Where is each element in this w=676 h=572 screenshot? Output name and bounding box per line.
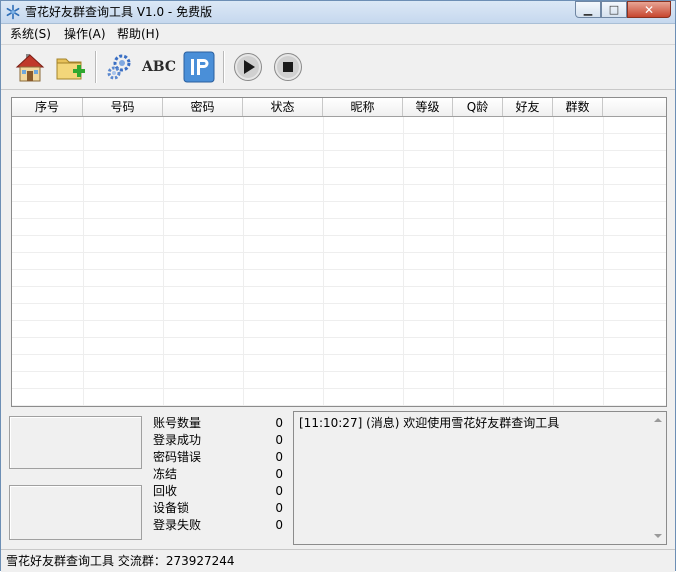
folder-add-icon xyxy=(56,58,85,80)
image-panel-bottom xyxy=(9,485,142,540)
add-folder-button[interactable] xyxy=(52,49,88,85)
log-line: [11:10:27] (消息) 欢迎使用雪花好友群查询工具 xyxy=(299,416,560,430)
stat-label: 设备锁 xyxy=(153,501,190,515)
menu-operation[interactable]: 操作(A) xyxy=(64,27,106,41)
minimize-button[interactable]: ▁ xyxy=(575,1,601,18)
grid-line xyxy=(553,117,554,406)
table-body[interactable] xyxy=(12,117,666,406)
stat-row-device-lock: 设备锁 0 xyxy=(153,500,283,517)
scroll-up-icon[interactable] xyxy=(654,418,662,422)
grid-line xyxy=(603,117,604,406)
abc-button[interactable]: ABC xyxy=(141,49,177,85)
column-header-level[interactable]: 等级 xyxy=(403,98,453,116)
stat-value: 0 xyxy=(275,433,283,447)
stat-label: 登录失败 xyxy=(153,518,202,532)
window-controls: ▁ □ ✕ xyxy=(575,1,671,19)
column-header-index[interactable]: 序号 xyxy=(12,98,83,116)
maximize-button[interactable]: □ xyxy=(601,1,627,18)
toolbar-separator xyxy=(95,51,97,83)
abc-text-icon: ABC xyxy=(141,59,177,75)
stat-row-accounts: 账号数量 0 xyxy=(153,415,283,432)
column-header-password[interactable]: 密码 xyxy=(163,98,243,116)
status-bar: 雪花好友群查询工具 交流群：273927244 xyxy=(1,549,675,572)
snowflake-app-icon xyxy=(6,4,20,20)
stat-row-login-failed: 登录失败 0 xyxy=(153,517,283,534)
stat-value: 0 xyxy=(275,501,283,515)
column-header-number[interactable]: 号码 xyxy=(83,98,163,116)
toolbar-separator xyxy=(223,51,225,83)
grid-line xyxy=(243,117,244,406)
ip-button[interactable] xyxy=(181,49,217,85)
maximize-icon: □ xyxy=(608,3,620,16)
settings-button[interactable] xyxy=(101,49,137,85)
column-header-qage[interactable]: Q龄 xyxy=(453,98,503,116)
grid-line xyxy=(403,117,404,406)
status-text: 雪花好友群查询工具 交流群：273927244 xyxy=(6,554,235,568)
stat-label: 登录成功 xyxy=(153,433,202,447)
menu-system[interactable]: 系统(S) xyxy=(10,27,51,41)
window-title: 雪花好友群查询工具 V1.0 - 免费版 xyxy=(25,5,213,19)
log-scrollbar[interactable] xyxy=(651,412,666,544)
start-button[interactable] xyxy=(230,49,266,85)
menu-bar: 系统(S) 操作(A) 帮助(H) xyxy=(1,24,675,45)
minimize-icon: ▁ xyxy=(583,3,593,16)
home-icon xyxy=(15,54,45,82)
home-button[interactable] xyxy=(12,49,48,85)
image-panel-top xyxy=(9,416,142,469)
stat-label: 回收 xyxy=(153,484,178,498)
menu-help[interactable]: 帮助(H) xyxy=(117,27,159,41)
column-header-nickname[interactable]: 昵称 xyxy=(323,98,403,116)
stat-label: 冻结 xyxy=(153,467,178,481)
column-header-friends[interactable]: 好友 xyxy=(503,98,553,116)
stat-value: 0 xyxy=(275,450,283,464)
settings-gears-icon xyxy=(107,54,131,80)
column-header-status[interactable]: 状态 xyxy=(243,98,323,116)
grid-line xyxy=(323,117,324,406)
stat-value: 0 xyxy=(275,467,283,481)
account-table[interactable]: 序号 号码 密码 状态 昵称 等级 Q龄 好友 群数 xyxy=(11,97,667,407)
stop-icon xyxy=(274,53,302,81)
ip-icon xyxy=(183,51,215,83)
stats-panel: 账号数量 0 登录成功 0 密码错误 0 冻结 0 回收 0 设备锁 0 登录失… xyxy=(153,415,283,534)
stat-row-password-error: 密码错误 0 xyxy=(153,449,283,466)
title-bar[interactable]: 雪花好友群查询工具 V1.0 - 免费版 ▁ □ ✕ xyxy=(1,1,675,24)
scroll-down-icon[interactable] xyxy=(654,534,662,538)
close-button[interactable]: ✕ xyxy=(627,1,671,18)
stat-value: 0 xyxy=(275,416,283,430)
table-header: 序号 号码 密码 状态 昵称 等级 Q龄 好友 群数 xyxy=(12,98,666,117)
stat-row-frozen: 冻结 0 xyxy=(153,466,283,483)
play-icon xyxy=(234,53,262,81)
app-window: 雪花好友群查询工具 V1.0 - 免费版 ▁ □ ✕ 系统(S) 操作(A) 帮… xyxy=(0,0,676,572)
stop-button[interactable] xyxy=(270,49,306,85)
column-header-groups[interactable]: 群数 xyxy=(553,98,603,116)
stat-value: 0 xyxy=(275,518,283,532)
grid-line xyxy=(83,117,84,406)
stat-value: 0 xyxy=(275,484,283,498)
message-log[interactable]: [11:10:27] (消息) 欢迎使用雪花好友群查询工具 xyxy=(293,411,667,545)
toolbar: ABC xyxy=(1,45,675,90)
grid-line xyxy=(163,117,164,406)
close-icon: ✕ xyxy=(643,2,655,17)
grid-line xyxy=(503,117,504,406)
stat-row-reclaimed: 回收 0 xyxy=(153,483,283,500)
stat-row-login-success: 登录成功 0 xyxy=(153,432,283,449)
stat-label: 密码错误 xyxy=(153,450,202,464)
stat-label: 账号数量 xyxy=(153,416,202,430)
grid-line xyxy=(453,117,454,406)
